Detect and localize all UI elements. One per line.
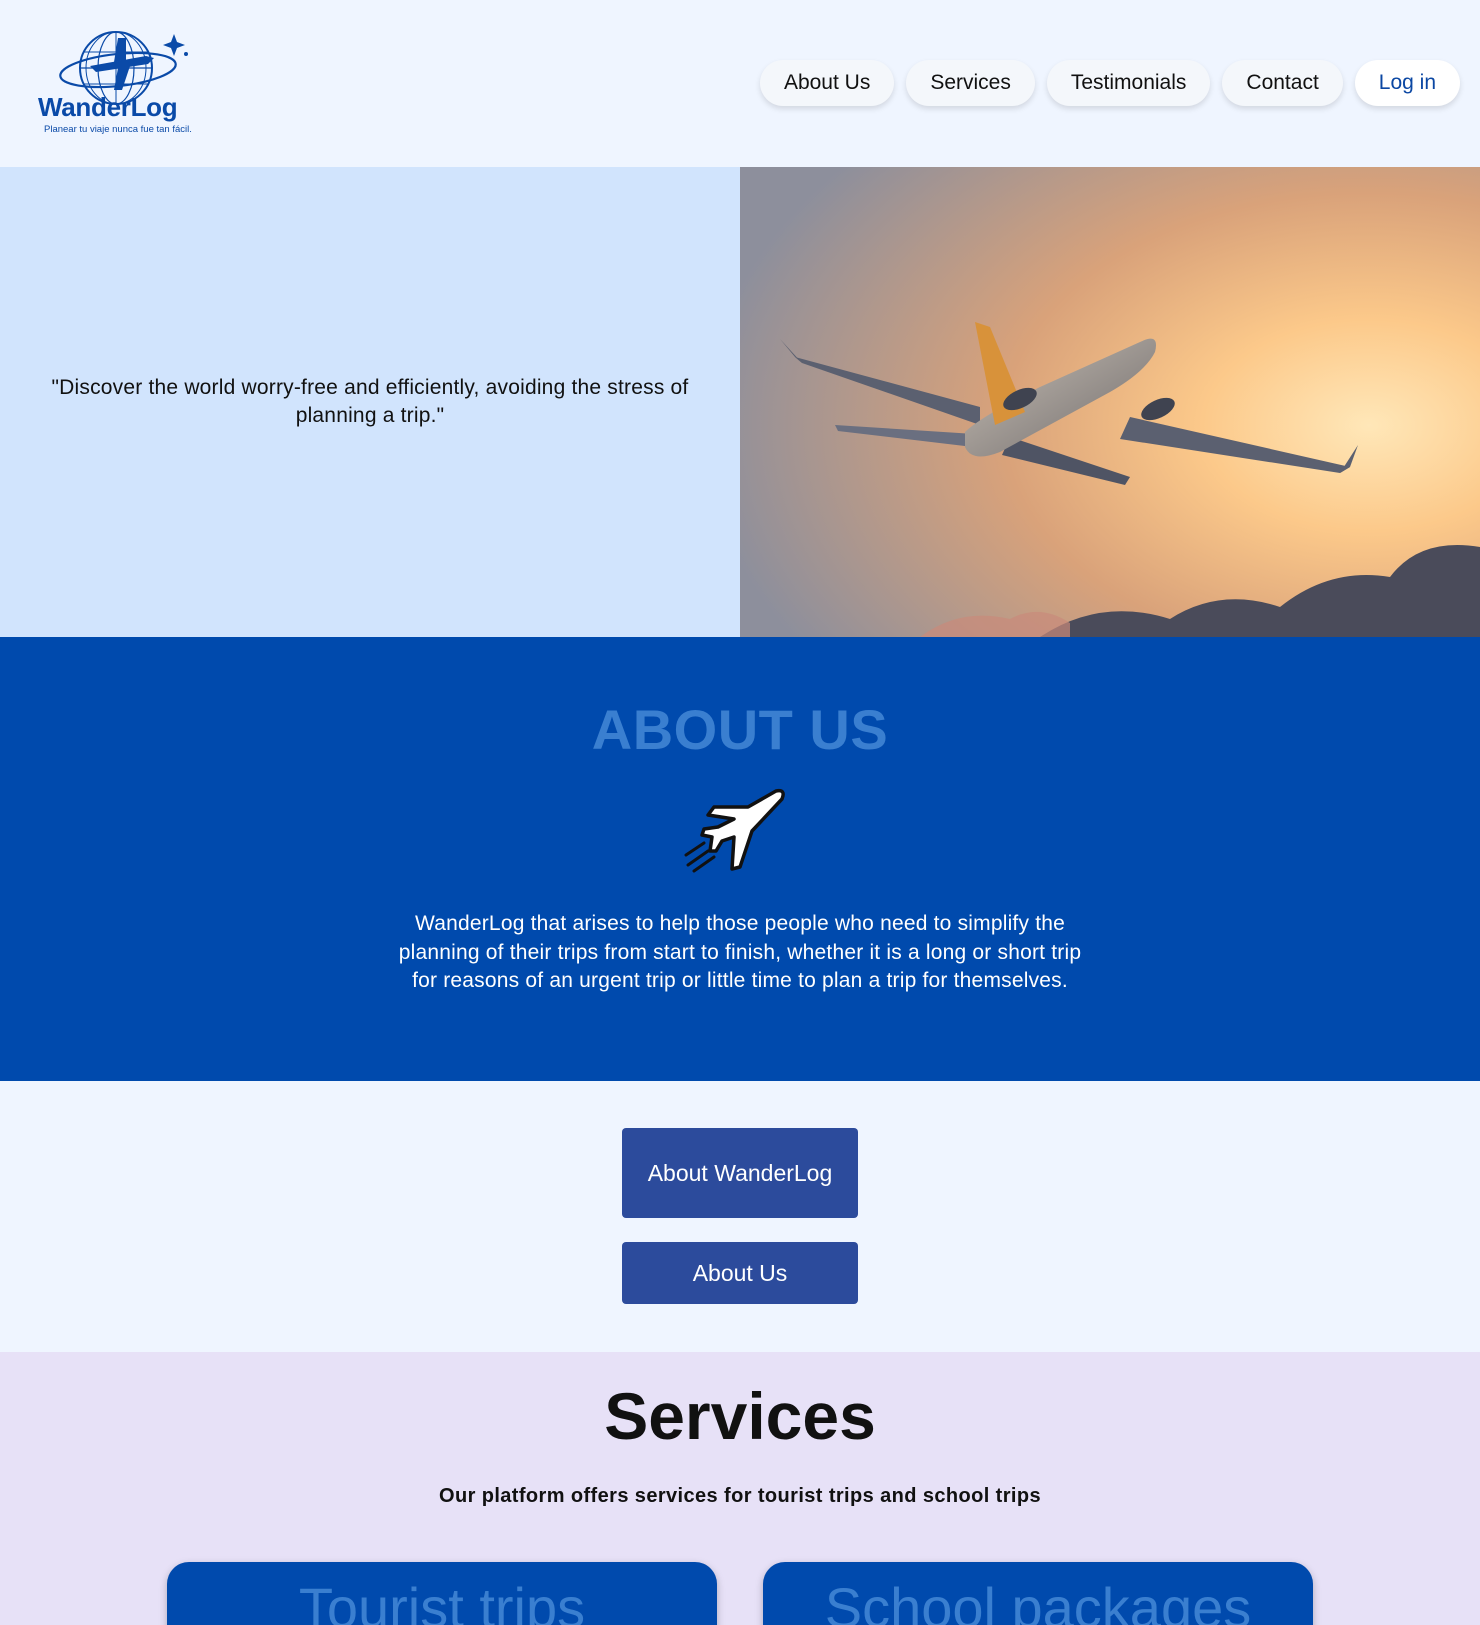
services-title: Services [604, 1379, 876, 1453]
logo-wordmark: WanderLog [38, 92, 178, 122]
wanderlog-logo[interactable]: WanderLog Planear tu viaje nunca fue tan… [36, 30, 196, 138]
nav-testimonials[interactable]: Testimonials [1046, 60, 1211, 106]
service-card-title: Tourist trips [298, 1576, 586, 1625]
hero-airplane-sunset-image [740, 167, 1480, 637]
nav-about-us[interactable]: About Us [759, 60, 895, 106]
service-card-tourist-trips[interactable]: Tourist trips [167, 1562, 717, 1625]
airplane-icon [684, 788, 785, 873]
main-nav: About Us Services Testimonials Contact L… [759, 60, 1460, 106]
about-us-button[interactable]: About Us [622, 1242, 858, 1304]
service-card-school-packages[interactable]: School packages [763, 1562, 1313, 1625]
about-description: WanderLog that arises to help those peop… [398, 912, 1082, 992]
logo-tagline: Planear tu viaje nunca fue tan fácil. [44, 124, 192, 135]
site-header: WanderLog Planear tu viaje nunca fue tan… [0, 0, 1480, 167]
services-section: Services Our platform offers services fo… [0, 1352, 1480, 1625]
about-buttons-section: About WanderLog About Us [0, 1081, 1480, 1352]
about-wanderlog-button[interactable]: About WanderLog [622, 1128, 858, 1218]
about-title: ABOUT US [591, 698, 889, 761]
airplane-photo [740, 167, 1480, 637]
about-section: ABOUT US WanderLog that arises to help t… [0, 637, 1480, 1081]
hero-quote: "Discover the world worry-free and effic… [51, 376, 689, 427]
services-subtitle: Our platform offers services for tourist… [439, 1485, 1041, 1507]
service-card-title: School packages [824, 1576, 1252, 1625]
nav-services[interactable]: Services [906, 60, 1035, 106]
login-button[interactable]: Log in [1354, 60, 1460, 106]
hero-quote-panel: "Discover the world worry-free and effic… [0, 167, 740, 637]
nav-contact[interactable]: Contact [1222, 60, 1343, 106]
